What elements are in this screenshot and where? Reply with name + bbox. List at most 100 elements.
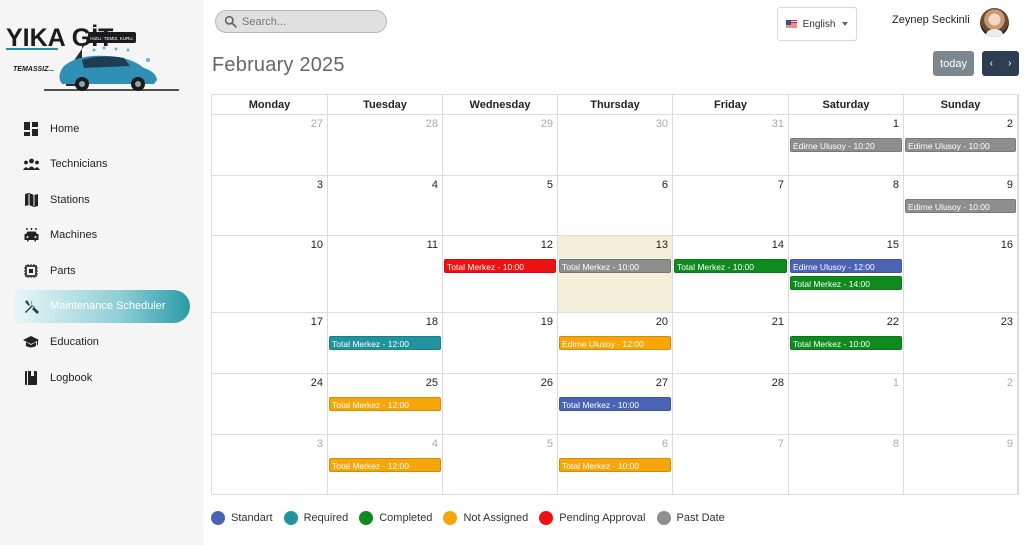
- day-number[interactable]: 12: [541, 239, 553, 251]
- day-cell[interactable]: 3: [212, 435, 328, 495]
- day-number[interactable]: 28: [426, 118, 438, 130]
- day-cell[interactable]: 23: [904, 313, 1018, 374]
- day-cell[interactable]: 25 Total Merkez - 12:00: [328, 374, 443, 435]
- day-cell[interactable]: 2 Edirne Ulusoy - 10:00: [904, 115, 1018, 176]
- sidebar-item-logbook[interactable]: Logbook: [14, 361, 190, 394]
- calendar-event[interactable]: Total Merkez - 10:00: [559, 397, 671, 411]
- day-number[interactable]: 1: [893, 377, 899, 389]
- day-cell[interactable]: 19: [443, 313, 558, 374]
- day-cell[interactable]: 1: [789, 374, 904, 435]
- day-number[interactable]: 15: [887, 239, 899, 251]
- day-number[interactable]: 11: [427, 239, 438, 251]
- day-cell[interactable]: 10: [212, 236, 328, 313]
- sidebar-item-education[interactable]: Education: [14, 326, 190, 359]
- day-number[interactable]: 1: [893, 118, 899, 130]
- sidebar-item-stations[interactable]: Stations: [14, 183, 190, 216]
- day-cell[interactable]: 30: [558, 115, 673, 176]
- day-cell[interactable]: 31: [673, 115, 789, 176]
- day-number[interactable]: 26: [541, 377, 553, 389]
- day-number[interactable]: 20: [656, 316, 668, 328]
- calendar-event[interactable]: Total Merkez - 12:00: [329, 458, 441, 472]
- day-number[interactable]: 2: [1007, 118, 1013, 130]
- day-number[interactable]: 9: [1007, 438, 1013, 450]
- day-number[interactable]: 3: [317, 438, 323, 450]
- day-number[interactable]: 3: [317, 179, 323, 191]
- day-cell[interactable]: 6 Total Merkez - 10:00: [558, 435, 673, 495]
- sidebar-item-maintenance-scheduler[interactable]: Maintenance Scheduler: [14, 289, 190, 323]
- day-cell[interactable]: 15 Edirne Ulusoy - 12:00 Total Merkez - 14…: [789, 236, 904, 313]
- day-cell[interactable]: 7: [673, 435, 789, 495]
- day-cell[interactable]: 24: [212, 374, 328, 435]
- calendar-event[interactable]: Edirne Ulusoy - 10:20: [790, 138, 902, 152]
- day-cell[interactable]: 28: [328, 115, 443, 176]
- day-number[interactable]: 4: [432, 438, 438, 450]
- day-cell[interactable]: 29: [443, 115, 558, 176]
- day-number[interactable]: 22: [887, 316, 899, 328]
- day-number[interactable]: 6: [662, 179, 668, 191]
- day-number[interactable]: 10: [311, 239, 323, 251]
- day-cell[interactable]: 27: [212, 115, 328, 176]
- day-cell[interactable]: 8: [789, 176, 904, 236]
- day-number[interactable]: 17: [311, 316, 323, 328]
- day-number[interactable]: 13: [656, 239, 668, 251]
- day-cell[interactable]: 20 Edirne Ulusoy - 12:00: [558, 313, 673, 374]
- day-cell[interactable]: 4: [328, 176, 443, 236]
- calendar-event[interactable]: Edirne Ulusoy - 12:00: [559, 336, 671, 350]
- day-cell[interactable]: 21: [673, 313, 789, 374]
- day-cell[interactable]: 28: [673, 374, 789, 435]
- day-cell[interactable]: 27 Total Merkez - 10:00: [558, 374, 673, 435]
- prev-month-button[interactable]: ‹: [982, 51, 1001, 76]
- language-select[interactable]: English: [777, 7, 857, 41]
- day-cell[interactable]: 9 Edirne Ulusoy - 10:00: [904, 176, 1018, 236]
- calendar-event[interactable]: Total Merkez - 12:00: [329, 397, 441, 411]
- calendar-event[interactable]: Total Merkez - 14:00: [790, 276, 902, 290]
- day-number[interactable]: 25: [426, 377, 438, 389]
- day-number[interactable]: 6: [662, 438, 668, 450]
- day-number[interactable]: 4: [432, 179, 438, 191]
- calendar-event[interactable]: Edirne Ulusoy - 10:00: [905, 138, 1016, 152]
- day-cell[interactable]: 26: [443, 374, 558, 435]
- brand-logo[interactable]: YIKA GİT HIZLI. TEMİZ. KURU. TEMASSIZ...: [4, 14, 179, 92]
- day-cell[interactable]: 18 Total Merkez - 12:00: [328, 313, 443, 374]
- day-cell[interactable]: 2: [904, 374, 1018, 435]
- sidebar-item-parts[interactable]: Parts: [14, 254, 190, 287]
- day-number[interactable]: 23: [1001, 316, 1013, 328]
- day-number[interactable]: 5: [547, 179, 553, 191]
- day-cell[interactable]: 4 Total Merkez - 12:00: [328, 435, 443, 495]
- calendar-event[interactable]: Total Merkez - 10:00: [559, 458, 671, 472]
- day-cell[interactable]: 11: [328, 236, 443, 313]
- day-number[interactable]: 7: [778, 438, 784, 450]
- day-number[interactable]: 28: [772, 377, 784, 389]
- day-number[interactable]: 16: [1001, 239, 1013, 251]
- day-cell[interactable]: 5: [443, 176, 558, 236]
- day-cell[interactable]: 7: [673, 176, 789, 236]
- calendar-event[interactable]: Total Merkez - 10:00: [790, 336, 902, 350]
- calendar-event[interactable]: Total Merkez - 10:00: [674, 259, 787, 273]
- day-number[interactable]: 2: [1007, 377, 1013, 389]
- day-number[interactable]: 5: [547, 438, 553, 450]
- day-number[interactable]: 8: [893, 179, 899, 191]
- day-number[interactable]: 19: [541, 316, 553, 328]
- day-cell[interactable]: 5: [443, 435, 558, 495]
- calendar-event[interactable]: Total Merkez - 10:00: [559, 259, 671, 273]
- calendar-event[interactable]: Edirne Ulusoy - 12:00: [790, 259, 902, 273]
- search-input[interactable]: [242, 15, 382, 28]
- avatar[interactable]: [980, 8, 1009, 37]
- day-cell[interactable]: 17: [212, 313, 328, 374]
- day-cell[interactable]: 22 Total Merkez - 10:00: [789, 313, 904, 374]
- day-cell[interactable]: 13 Total Merkez - 10:00: [558, 236, 673, 313]
- sidebar-item-home[interactable]: Home: [14, 112, 190, 145]
- day-number[interactable]: 24: [311, 377, 323, 389]
- day-number[interactable]: 29: [541, 118, 553, 130]
- day-number[interactable]: 18: [426, 316, 438, 328]
- day-cell[interactable]: 16: [904, 236, 1018, 313]
- today-button[interactable]: today: [933, 51, 974, 76]
- day-number[interactable]: 7: [778, 179, 784, 191]
- sidebar-item-technicians[interactable]: Technicians: [14, 148, 190, 181]
- search-box[interactable]: [215, 10, 387, 33]
- day-number[interactable]: 9: [1007, 179, 1013, 191]
- day-cell[interactable]: 9: [904, 435, 1018, 495]
- day-number[interactable]: 27: [311, 118, 323, 130]
- calendar-event[interactable]: Total Merkez - 12:00: [329, 336, 441, 350]
- sidebar-item-machines[interactable]: Machines: [14, 219, 190, 252]
